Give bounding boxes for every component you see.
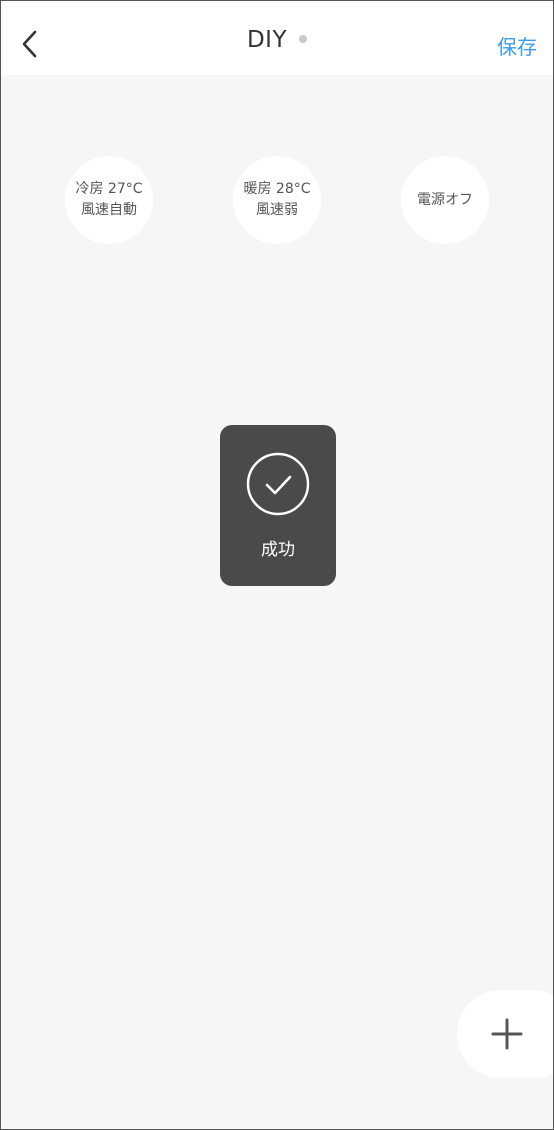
toast-message: 成功 <box>261 540 295 560</box>
app-screen: DIY 保存 冷房 27°C 風速自動 暖房 28°C 風速弱 電源オフ 成功 <box>0 0 554 1130</box>
scene-label-line1: 電源オフ <box>417 191 473 208</box>
add-scene-button[interactable] <box>457 990 553 1078</box>
scene-cooling-27[interactable]: 冷房 27°C 風速自動 <box>65 156 153 244</box>
success-toast: 成功 <box>220 425 336 586</box>
plus-icon <box>491 1018 523 1050</box>
navigation-bar: DIY 保存 <box>1 1 553 75</box>
page-title-area: DIY <box>1 27 553 53</box>
scene-label-line1: 暖房 28°C <box>243 181 311 197</box>
scene-label-line2: 風速自動 <box>81 202 137 218</box>
scene-label-line1: 冷房 27°C <box>75 181 143 197</box>
page-title: DIY <box>246 27 288 53</box>
scene-heating-28[interactable]: 暖房 28°C 風速弱 <box>233 156 321 244</box>
scene-power-off[interactable]: 電源オフ <box>401 156 489 244</box>
scene-label-line2: 風速弱 <box>256 202 298 218</box>
check-circle-icon <box>246 452 310 516</box>
save-button[interactable]: 保存 <box>497 31 537 60</box>
status-dot-icon <box>299 34 308 43</box>
